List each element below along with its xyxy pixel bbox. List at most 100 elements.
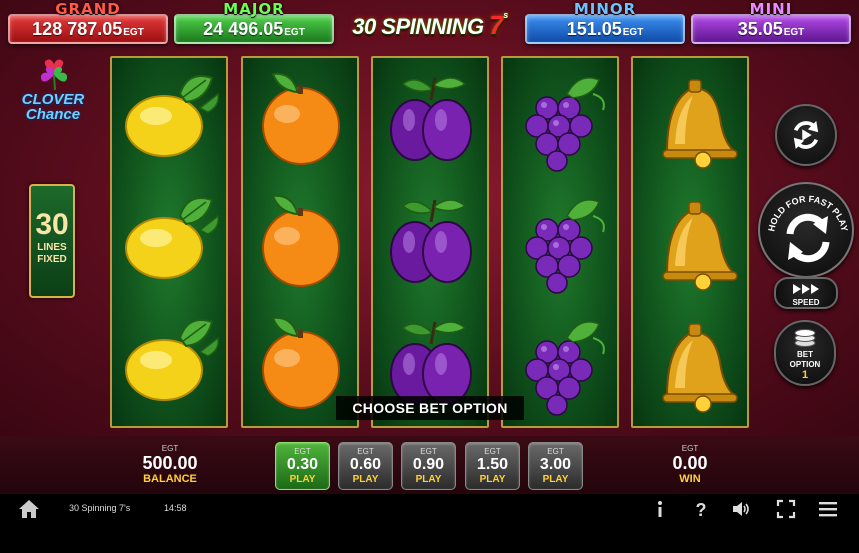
- jackpot-minor-box: 151.05 EGT: [525, 14, 685, 44]
- reel-5: [631, 56, 749, 428]
- letterbox-bottom: [0, 524, 859, 553]
- grapes-symbol: [507, 186, 615, 296]
- svg-text:HOLD FOR FAST PLAY: HOLD FOR FAST PLAY: [766, 194, 849, 232]
- jackpot-mini-box: 35.05 EGT: [691, 14, 851, 44]
- bet-amount: 0.90: [412, 456, 445, 473]
- jackpot-major: 24 496.05 EGT MAJOR: [174, 0, 334, 44]
- bet-button[interactable]: EGT 0.60 PLAY: [338, 442, 393, 490]
- info-icon[interactable]: [650, 499, 670, 519]
- jackpot-minor-name: MINOR: [573, 0, 637, 18]
- bell-symbol: [637, 308, 745, 418]
- balance-display: EGT 500.00 BALANCE: [130, 444, 210, 485]
- bet-button[interactable]: EGT 1.50 PLAY: [465, 442, 520, 490]
- footer-game-name: 30 Spinning 7's: [69, 503, 131, 513]
- jackpot-mini-currency: EGT: [783, 26, 805, 38]
- spin-button[interactable]: HOLD FOR FAST PLAY: [758, 182, 854, 278]
- bet-play-label: PLAY: [289, 474, 316, 485]
- game-title-seven: 7: [489, 10, 504, 40]
- bet-currency: EGT: [484, 447, 501, 456]
- bet-play-label: PLAY: [479, 474, 506, 485]
- bet-option-value: 1: [801, 369, 809, 381]
- bet-currency: EGT: [420, 447, 437, 456]
- reel-3: [371, 56, 489, 428]
- lemon-symbol: [116, 186, 224, 296]
- jackpot-major-box: 24 496.05 EGT: [174, 14, 334, 44]
- jackpot-grand-name: GRAND: [55, 0, 121, 18]
- game-stage: 128 787.05 EGT GRAND 24 496.05 EGT MAJOR…: [0, 0, 859, 436]
- win-currency: EGT: [681, 444, 699, 453]
- jackpot-mini: 35.05 EGT MINI: [691, 0, 851, 44]
- jackpot-grand: 128 787.05 EGT GRAND: [8, 0, 168, 44]
- footer-clock: 14:58: [164, 503, 187, 513]
- plum-symbol: [377, 186, 485, 296]
- jackpot-mini-value: 35.05: [737, 18, 783, 39]
- bet-button[interactable]: EGT 0.90 PLAY: [401, 442, 456, 490]
- menu-icon[interactable]: [818, 499, 838, 519]
- bet-option-button[interactable]: BET OPTION 1: [774, 320, 836, 386]
- bet-currency: EGT: [547, 447, 564, 456]
- balance-value: 500.00: [142, 453, 198, 473]
- home-icon[interactable]: [18, 498, 40, 520]
- lemon-symbol: [116, 308, 224, 418]
- reel-4: [501, 56, 619, 428]
- bet-play-label: PLAY: [415, 474, 442, 485]
- jackpot-grand-box: 128 787.05 EGT: [8, 14, 168, 44]
- lines-number: 30: [35, 208, 69, 241]
- lines-label-2: FIXED: [37, 254, 67, 265]
- footer-bar: 30 Spinning 7's 14:58 ?: [0, 494, 859, 524]
- jackpot-minor: 151.05 EGT MINOR: [525, 0, 685, 44]
- bet-option-label-1: BET: [797, 350, 813, 359]
- bet-play-label: PLAY: [352, 474, 379, 485]
- jackpot-grand-currency: EGT: [123, 26, 144, 38]
- logo-line1: CLOVER: [21, 91, 85, 108]
- clover-chance-logo: CLOVER Chance: [14, 58, 92, 132]
- orange-symbol: [247, 186, 355, 296]
- jackpot-mini-name: MINI: [749, 0, 793, 18]
- help-icon[interactable]: ?: [691, 499, 711, 519]
- jackpot-major-value: 24 496.05: [203, 18, 284, 39]
- fullscreen-icon[interactable]: [776, 499, 796, 519]
- bell-symbol: [637, 186, 745, 296]
- bet-amount: 0.30: [286, 456, 319, 473]
- jackpot-minor-currency: EGT: [622, 26, 644, 38]
- jackpot-major-currency: EGT: [284, 26, 305, 38]
- game-title-text: 30 SPINNING: [352, 14, 484, 39]
- bet-amount: 1.50: [476, 456, 509, 473]
- lines-fixed-indicator: 30 LINES FIXED: [29, 184, 75, 298]
- autoplay-button[interactable]: [775, 104, 837, 166]
- balance-currency: EGT: [161, 444, 179, 453]
- bet-currency: EGT: [357, 447, 374, 456]
- svg-text:?: ?: [696, 500, 707, 519]
- spin-icon: HOLD FOR FAST PLAY: [766, 194, 850, 263]
- speed-button[interactable]: SPEED: [774, 277, 838, 309]
- game-title-logo: 30 SPINNING 7s: [340, 10, 520, 46]
- balance-label: BALANCE: [143, 473, 197, 485]
- bet-amount: 0.60: [349, 456, 382, 473]
- jackpot-major-name: MAJOR: [223, 0, 285, 18]
- clover-hearts-icon: [40, 59, 68, 91]
- autoplay-icon: [793, 120, 819, 150]
- choose-bet-option-prompt: CHOOSE BET OPTION: [336, 396, 524, 420]
- bet-play-label: PLAY: [542, 474, 569, 485]
- jackpot-grand-value: 128 787.05: [32, 18, 123, 39]
- sound-icon[interactable]: [731, 499, 751, 519]
- coins-icon: [776, 326, 834, 353]
- bell-symbol: [637, 64, 745, 174]
- reel-2: [241, 56, 359, 428]
- win-label: WIN: [679, 473, 701, 485]
- speed-label: SPEED: [792, 298, 820, 307]
- lines-label-1: LINES: [37, 242, 67, 253]
- logo-line2: Chance: [25, 106, 81, 123]
- reel-1: [110, 56, 228, 428]
- bet-button[interactable]: EGT 0.30 PLAY: [275, 442, 330, 490]
- game-title-suffix: s: [503, 10, 508, 20]
- bet-amount: 3.00: [539, 456, 572, 473]
- bet-button[interactable]: EGT 3.00 PLAY: [528, 442, 583, 490]
- plum-symbol: [377, 64, 485, 174]
- orange-symbol: [247, 64, 355, 174]
- jackpot-minor-value: 151.05: [566, 18, 622, 39]
- grapes-symbol: [507, 64, 615, 174]
- bet-currency: EGT: [294, 447, 311, 456]
- lemon-symbol: [116, 64, 224, 174]
- win-value: 0.00: [672, 453, 708, 473]
